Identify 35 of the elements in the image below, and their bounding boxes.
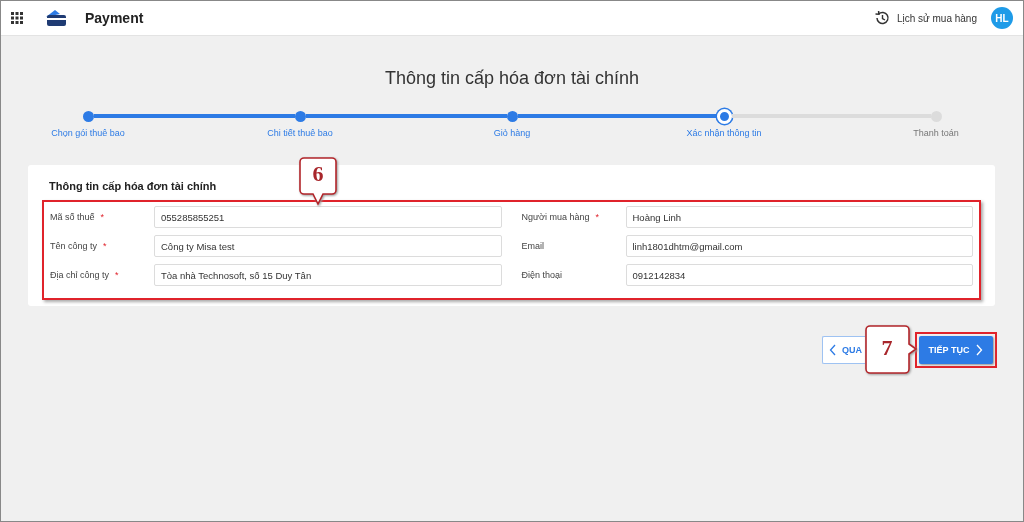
input-field[interactable]: linh1801dhtm@gmail.com <box>625 235 973 257</box>
step-label[interactable]: Chi tiết thuê bao <box>267 128 333 138</box>
chevron-left-icon <box>829 344 837 356</box>
field-label: Mã số thuế * <box>50 212 106 222</box>
step-dot[interactable] <box>294 110 306 122</box>
page-title: Thông tin cấp hóa đơn tài chính <box>384 68 640 89</box>
card-logo-icon <box>45 9 67 27</box>
user-avatar[interactable]: HL <box>991 7 1013 29</box>
card-title: Thông tin cấp hóa đơn tài chính <box>49 180 218 192</box>
step-label[interactable]: Giỏ hàng <box>493 128 531 138</box>
input-field[interactable]: Công ty Misa test <box>154 235 502 257</box>
step-dot[interactable] <box>716 108 732 124</box>
step-dot[interactable] <box>506 110 518 122</box>
step-dot[interactable] <box>82 110 94 122</box>
field-label: Email <box>521 241 545 251</box>
input-field[interactable]: 055285855251 <box>154 206 502 228</box>
back-button[interactable]: QUA <box>822 336 865 364</box>
callout-badge: 6 <box>299 157 337 207</box>
chevron-right-icon <box>975 344 984 356</box>
field-label: Địa chỉ công ty * <box>50 270 120 280</box>
field-label: Người mua hàng * <box>521 212 600 222</box>
app-grid-icon[interactable] <box>11 12 23 24</box>
next-button[interactable]: TIẾP TỤC <box>919 336 993 364</box>
app-title: Payment <box>85 10 144 26</box>
step-label[interactable]: Xác nhận thông tin <box>686 128 762 138</box>
step-label[interactable]: Chọn gói thuê bao <box>51 128 125 138</box>
step-label[interactable]: Thanh toán <box>913 128 959 138</box>
history-link[interactable]: Lịch sử mua hàng <box>896 12 977 24</box>
field-label: Điện thoại <box>521 270 564 280</box>
callout-badge: 7 <box>865 325 917 375</box>
input-field[interactable]: Tòa nhà Technosoft, số 15 Duy Tân <box>154 264 502 286</box>
history-icon[interactable] <box>873 10 890 26</box>
field-label: Tên công ty * <box>50 241 108 251</box>
input-field[interactable]: 0912142834 <box>625 264 973 286</box>
input-field[interactable]: Hoàng Linh <box>625 206 973 228</box>
